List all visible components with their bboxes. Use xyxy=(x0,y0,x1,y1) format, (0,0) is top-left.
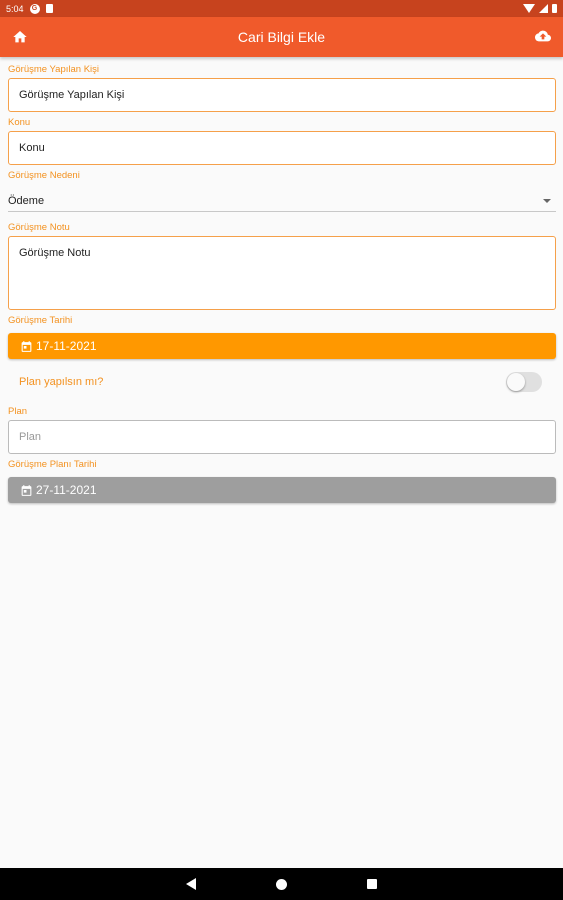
page-title: Cari Bilgi Ekle xyxy=(237,29,326,45)
sd-card-icon xyxy=(45,4,53,13)
nav-home-icon[interactable] xyxy=(276,879,287,890)
wifi-icon xyxy=(523,4,535,13)
plan-toggle-label: Plan yapılsın mı? xyxy=(19,376,104,388)
calendar-icon xyxy=(21,484,32,496)
toggle-knob xyxy=(507,373,525,391)
contact-person-label: Görüşme Yapılan Kişi xyxy=(8,64,99,75)
home-icon[interactable] xyxy=(12,29,28,45)
meeting-date-button[interactable]: 17-11-2021 xyxy=(8,333,556,359)
meeting-reason-value: Ödeme xyxy=(8,194,45,207)
back-icon[interactable] xyxy=(186,878,196,890)
system-nav-bar xyxy=(0,868,563,900)
app-bar: Cari Bilgi Ekle xyxy=(0,17,563,57)
subject-label: Konu xyxy=(8,117,31,128)
contact-person-input[interactable]: Görüşme Yapılan Kişi xyxy=(8,78,556,112)
recent-apps-icon[interactable] xyxy=(367,879,377,889)
status-time: 5:04 xyxy=(6,3,24,14)
plan-date-value: 27-11-2021 xyxy=(36,483,97,497)
meeting-reason-label: Görüşme Nedeni xyxy=(8,170,80,181)
plan-date-button[interactable]: 27-11-2021 xyxy=(8,477,556,503)
subject-input[interactable]: Konu xyxy=(8,131,556,165)
meeting-date-label: Görüşme Tarihi xyxy=(8,315,73,326)
plan-label: Plan xyxy=(8,406,28,417)
dropdown-arrow-icon xyxy=(543,199,551,203)
meeting-reason-select[interactable]: Ödeme xyxy=(8,190,556,212)
google-icon: G xyxy=(29,3,40,14)
plan-toggle-switch[interactable] xyxy=(506,372,542,392)
cell-signal-icon xyxy=(539,4,548,13)
plan-input[interactable]: Plan xyxy=(8,420,556,454)
status-bar: 5:04 G xyxy=(0,0,563,17)
plan-date-label: Görüşme Planı Tarihi xyxy=(8,459,97,470)
meeting-note-textarea[interactable]: Görüşme Notu xyxy=(8,236,556,310)
calendar-icon xyxy=(21,340,32,352)
meeting-note-label: Görüşme Notu xyxy=(8,222,70,233)
battery-icon xyxy=(552,4,557,13)
cloud-upload-icon[interactable] xyxy=(533,28,553,44)
meeting-date-value: 17-11-2021 xyxy=(36,339,97,353)
